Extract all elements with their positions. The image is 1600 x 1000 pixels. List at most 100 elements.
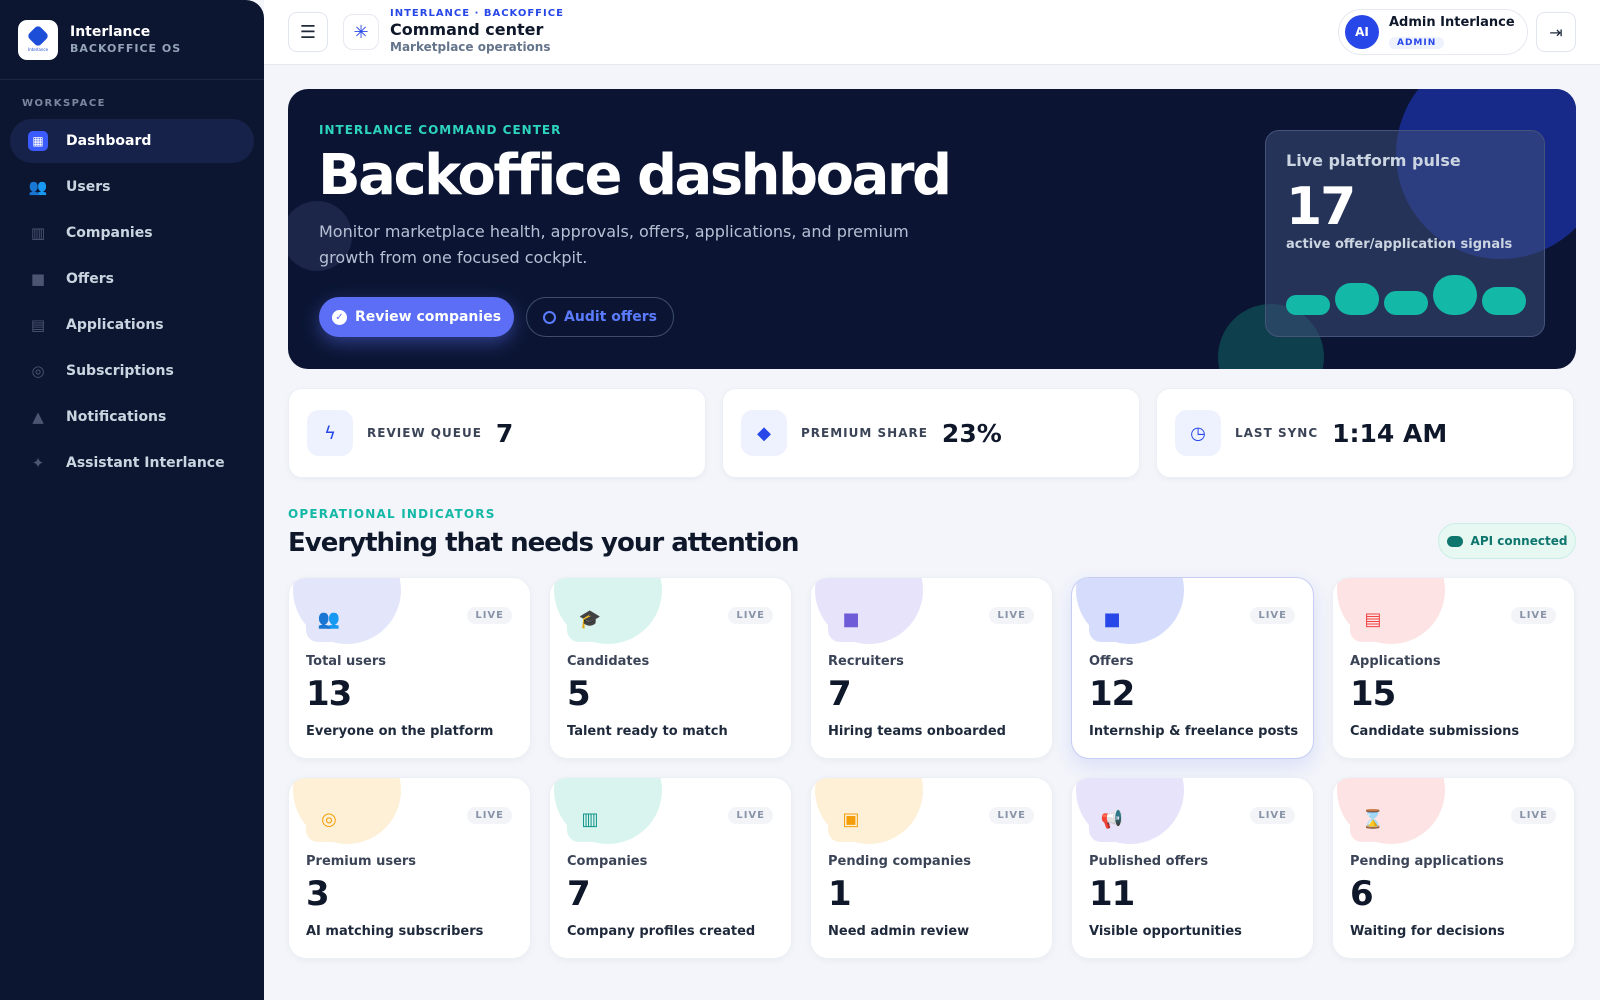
stat-value: 23% [941,418,1002,448]
user-role-badge: ADMIN [1389,37,1445,49]
sidebar-item-notifications[interactable]: ▲ Notifications [10,395,254,439]
pulse-bar [1482,287,1526,315]
live-badge: LIVE [1511,607,1556,624]
metric-label: Companies [567,854,648,869]
platform-pulse-panel: Live platform pulse 17 active offer/appl… [1265,130,1545,337]
briefcase-icon: ■ [1089,596,1135,642]
metric-label: Recruiters [828,654,904,669]
metric-card[interactable]: 📢 LIVE Published offers 11 Visible oppor… [1071,777,1314,959]
sidebar-item-label: Assistant Interlance [66,455,225,471]
metric-card[interactable]: ■ LIVE Recruiters 7 Hiring teams onboard… [810,577,1053,759]
metric-value: 1 [828,874,852,914]
metric-value: 5 [567,674,591,714]
sidebar-item-dashboard[interactable]: ▦ Dashboard [10,119,254,163]
metric-label: Offers [1089,654,1134,669]
user-menu[interactable]: AI Admin Interlance ADMIN [1338,9,1528,55]
pulse-title: Live platform pulse [1286,151,1461,170]
sidebar-item-label: Notifications [66,409,167,425]
logout-button[interactable]: ⇥ [1536,12,1576,52]
pulse-bar [1286,295,1330,315]
logo-wordmark: Interlance [27,46,49,52]
section-title: Everything that needs your attention [288,528,799,558]
metric-value: 3 [306,874,330,914]
review-companies-button[interactable]: ✓ Review companies [319,297,514,337]
sidebar-item-offers[interactable]: ■ Offers [10,257,254,301]
metric-label: Published offers [1089,854,1209,869]
stat-last-sync: ◷ LAST SYNC 1:14 AM [1156,388,1574,478]
audit-offers-button[interactable]: . Audit offers [526,297,674,337]
metric-value: 7 [828,674,852,714]
metric-card[interactable]: ◎ LIVE Premium users 3 AI matching subsc… [288,777,531,959]
logo-mark-icon [26,24,50,47]
metric-value: 11 [1089,874,1135,914]
users-icon: 👥 [28,178,48,196]
clock-icon: ◷ [1175,410,1221,456]
metric-card[interactable]: ▣ LIVE Pending companies 1 Need admin re… [810,777,1053,959]
live-badge: LIVE [1250,807,1295,824]
page-title: Command center [390,20,544,39]
metric-card[interactable]: 👥 LIVE Total users 13 Everyone on the pl… [288,577,531,759]
metric-description: Internship & freelance posts [1089,724,1299,739]
metric-card[interactable]: ▥ LIVE Companies 7 Company profiles crea… [549,777,792,959]
api-status-badge: API connected [1438,523,1576,559]
metric-value: 12 [1089,674,1135,714]
lightning-icon: ϟ [307,410,353,456]
metric-value: 7 [567,874,591,914]
clipboard-icon: ▤ [30,316,46,334]
pulse-value: 17 [1286,177,1356,237]
metric-description: AI matching subscribers [306,924,484,939]
stat-review-queue: ϟ REVIEW QUEUE 7 [288,388,706,478]
sidebar-item-subscriptions[interactable]: ◎ Subscriptions [10,349,254,393]
section-kicker: OPERATIONAL INDICATORS [288,507,496,521]
metric-description: Hiring teams onboarded [828,724,1006,739]
sidebar-item-label: Offers [66,271,114,287]
sidebar-toggle-button[interactable]: ☰ [288,12,328,52]
bell-icon: ▲ [32,408,44,426]
sidebar-item-applications[interactable]: ▤ Applications [10,303,254,347]
graduation-cap-icon: 🎓 [567,596,613,642]
metric-card[interactable]: ■ LIVE Offers 12 Internship & freelance … [1071,577,1314,759]
sidebar: Interlance Interlance BACKOFFICE OS WORK… [0,0,264,1000]
live-badge: LIVE [467,607,512,624]
building-icon: ▥ [30,224,46,242]
topbar: ☰ ✳ INTERLANCE · BACKOFFICE Command cent… [264,0,1600,65]
metric-label: Applications [1350,654,1441,669]
metric-value: 13 [306,674,352,714]
hero-banner: INTERLANCE COMMAND CENTER Backoffice das… [288,89,1576,369]
metric-card[interactable]: 🎓 LIVE Candidates 5 Talent ready to matc… [549,577,792,759]
brand[interactable]: Interlance Interlance BACKOFFICE OS [0,0,264,80]
stat-label: REVIEW QUEUE [367,426,482,440]
stat-label: LAST SYNC [1235,426,1319,440]
hourglass-icon: ⌛ [1350,796,1396,842]
api-status-label: API connected [1470,534,1568,548]
award-icon: ◎ [306,796,352,842]
metric-card[interactable]: ⌛ LIVE Pending applications 6 Waiting fo… [1332,777,1575,959]
metric-card[interactable]: ▤ LIVE Applications 15 Candidate submiss… [1332,577,1575,759]
live-badge: LIVE [1250,607,1295,624]
workspace-label: WORKSPACE [22,98,107,109]
stat-value: 1:14 AM [1332,418,1448,448]
briefcase-icon: ■ [30,270,46,288]
menu-collapse-icon: ☰ [299,21,317,43]
live-badge: LIVE [467,807,512,824]
metric-label: Premium users [306,854,417,869]
users-icon: 👥 [306,596,352,642]
megaphone-icon: 📢 [1089,796,1135,842]
diamond-icon: ◆ [741,410,787,456]
logout-icon: ⇥ [1549,22,1563,42]
live-badge: LIVE [728,607,773,624]
pulse-subtitle: active offer/application signals [1286,237,1513,252]
hero-description: Monitor marketplace health, approvals, o… [319,222,909,267]
brand-name: Interlance [70,24,151,40]
sidebar-item-assistant[interactable]: ✦ Assistant Interlance [10,441,254,485]
sidebar-item-users[interactable]: 👥 Users [10,165,254,209]
metric-description: Waiting for decisions [1350,924,1505,939]
pulse-bar [1433,275,1477,315]
stat-premium-share: ◆ PREMIUM SHARE 23% [722,388,1140,478]
sidebar-item-companies[interactable]: ▥ Companies [10,211,254,255]
cloud-check-icon [1446,535,1463,547]
breadcrumb: INTERLANCE · BACKOFFICE Command center M… [390,8,564,54]
metric-description: Talent ready to match [567,724,728,739]
check-badge-icon: ✓ [331,309,347,325]
button-label: Audit offers [564,309,657,325]
